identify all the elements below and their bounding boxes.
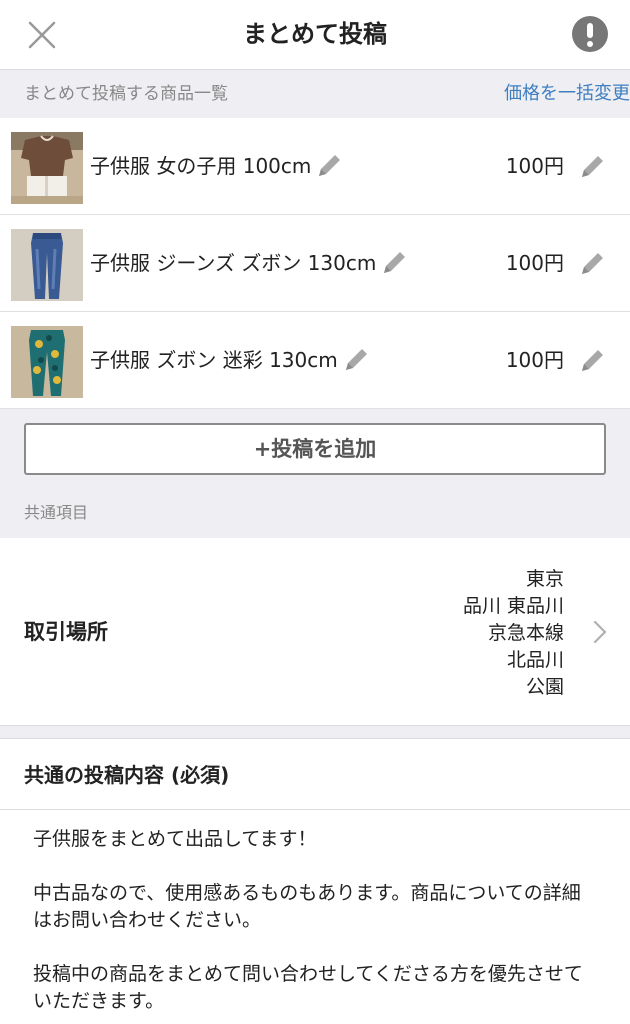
exclamation-circle-icon[interactable] [572, 16, 608, 52]
item-thumbnail [11, 132, 83, 204]
item-name-wrap: 子供服 ジーンズ ズボン 130cm [90, 215, 410, 312]
location-line: 公園 [525, 676, 564, 698]
common-description-header: 共通の投稿内容 (必須) [0, 738, 630, 810]
bulk-price-change-link[interactable]: 価格を一括変更 [504, 70, 630, 118]
pencil-icon[interactable] [576, 345, 608, 377]
section-divider [0, 726, 630, 738]
item-row[interactable]: 子供服 女の子用 100cm 100円 [0, 118, 630, 215]
location-line: 京急本線 [487, 622, 564, 644]
item-name-wrap: 子供服 ズボン 迷彩 130cm [90, 312, 372, 409]
pencil-icon[interactable] [313, 150, 345, 182]
item-price: 100円 [505, 154, 564, 178]
location-line: 北品川 [506, 649, 564, 671]
pencil-icon[interactable] [378, 247, 410, 279]
add-post-area: +投稿を追加 共通項目 [0, 409, 630, 538]
items-list-header: まとめて投稿する商品一覧 価格を一括変更 [0, 70, 630, 118]
common-description-text[interactable]: 子供服をまとめて出品してます！ 中古品なので、使用感あるものもあります。商品につ… [33, 826, 598, 1015]
common-description-title: 共通の投稿内容 (必須) [24, 763, 230, 787]
item-price: 100円 [505, 348, 564, 372]
item-price: 100円 [505, 251, 564, 275]
trade-location-values: 東京 品川 東品川 京急本線 北品川 公園 [463, 566, 564, 701]
item-row[interactable]: 子供服 ジーンズ ズボン 130cm 100円 [0, 215, 630, 312]
item-thumbnail [11, 229, 83, 301]
navbar: まとめて投稿 [0, 0, 630, 70]
location-line: 東京 [525, 568, 564, 590]
pencil-icon[interactable] [340, 344, 372, 376]
common-description-field[interactable]: 子供服をまとめて出品してます！ 中古品なので、使用感あるものもあります。商品につ… [0, 810, 630, 1024]
pencil-icon[interactable] [576, 248, 608, 280]
item-name: 子供服 女の子用 100cm [90, 154, 312, 178]
item-thumbnail [11, 326, 83, 398]
pencil-icon[interactable] [576, 151, 608, 183]
trade-location-row[interactable]: 取引場所 東京 品川 東品川 京急本線 北品川 公園 [0, 538, 630, 726]
item-row[interactable]: 子供服 ズボン 迷彩 130cm 100円 [0, 312, 630, 409]
location-line: 品川 東品川 [462, 595, 564, 617]
items-list-label: まとめて投稿する商品一覧 [24, 84, 228, 104]
trade-location-label: 取引場所 [24, 620, 108, 644]
item-name: 子供服 ジーンズ ズボン 130cm [90, 251, 377, 275]
item-name: 子供服 ズボン 迷彩 130cm [90, 348, 338, 372]
add-post-button[interactable]: +投稿を追加 [24, 423, 606, 475]
item-name-wrap: 子供服 女の子用 100cm [90, 118, 345, 215]
common-items-label: 共通項目 [24, 503, 89, 522]
chevron-right-icon [593, 620, 607, 644]
page-title: まとめて投稿 [243, 20, 387, 48]
